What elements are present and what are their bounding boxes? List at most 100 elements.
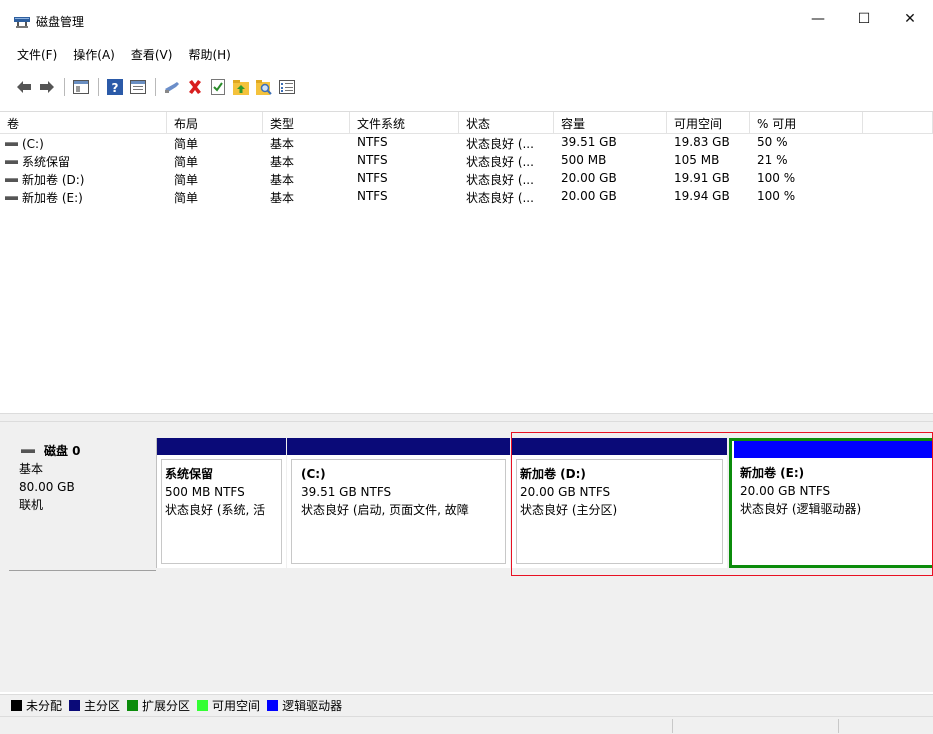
column-header-filler bbox=[863, 112, 933, 133]
check-icon[interactable] bbox=[207, 76, 229, 98]
disk-0-partitions: 系统保留 500 MB NTFS 状态良好 (系统, 活 (C:) 39.51 … bbox=[156, 438, 933, 568]
legend-label: 逻辑驱动器 bbox=[282, 699, 343, 713]
column-header-type[interactable]: 类型 bbox=[263, 112, 350, 133]
partition-d[interactable]: 新加卷 (D:) 20.00 GB NTFS 状态良好 (主分区) bbox=[512, 438, 727, 568]
partition-e[interactable]: 新加卷 (E:) 20.00 GB NTFS 状态良好 (逻辑驱动器) bbox=[729, 438, 933, 568]
column-header-free-space[interactable]: 可用空间 bbox=[667, 112, 750, 133]
legend-item: 扩展分区 bbox=[127, 697, 190, 714]
legend-item: 逻辑驱动器 bbox=[267, 697, 342, 714]
column-header-percent-free[interactable]: % 可用 bbox=[750, 112, 863, 133]
column-header-status[interactable]: 状态 bbox=[459, 112, 554, 133]
pane-splitter[interactable] bbox=[0, 413, 933, 422]
volume-capacity: 500 MB bbox=[561, 153, 607, 167]
menu-help[interactable]: 帮助(H) bbox=[180, 44, 238, 66]
folder-up-icon[interactable] bbox=[230, 76, 252, 98]
partition-status: 状态良好 (主分区) bbox=[520, 503, 618, 517]
delete-icon[interactable] bbox=[184, 76, 206, 98]
volume-layout: 简单 bbox=[174, 173, 199, 187]
legend-label: 未分配 bbox=[26, 699, 63, 713]
menu-view[interactable]: 查看(V) bbox=[123, 44, 181, 66]
disk-type: 基本 bbox=[19, 462, 44, 476]
legend-label: 可用空间 bbox=[212, 699, 261, 713]
list-icon[interactable] bbox=[276, 76, 298, 98]
disk-name: 磁盘 0 bbox=[44, 444, 81, 458]
volume-name: (C:) bbox=[22, 136, 44, 151]
status-bar-divider bbox=[672, 719, 673, 733]
column-header-filesystem[interactable]: 文件系统 bbox=[350, 112, 459, 133]
partition-name: 新加卷 (E:) bbox=[740, 466, 805, 480]
search-folder-icon[interactable] bbox=[253, 76, 275, 98]
toolbar: ? bbox=[0, 75, 933, 99]
partition-name: 新加卷 (D:) bbox=[520, 467, 586, 481]
legend-item: 主分区 bbox=[69, 697, 120, 714]
volume-list[interactable]: 卷 布局 类型 文件系统 状态 容量 可用空间 % 可用 (C:) 简单 基本 … bbox=[0, 111, 933, 413]
disk-0-label[interactable]: 磁盘 0 基本 80.00 GB 联机 bbox=[9, 434, 156, 571]
volume-type: 基本 bbox=[270, 173, 295, 187]
column-header-volume[interactable]: 卷 bbox=[0, 112, 167, 133]
window-title: 磁盘管理 bbox=[36, 15, 85, 29]
menu-bar: 文件(F) 操作(A) 查看(V) 帮助(H) bbox=[0, 44, 239, 66]
volume-status: 状态良好 (... bbox=[466, 137, 534, 151]
partition-bar bbox=[287, 438, 510, 455]
legend-swatch bbox=[127, 700, 139, 711]
legend-item: 未分配 bbox=[11, 697, 62, 714]
volume-free-space: 19.83 GB bbox=[674, 135, 730, 149]
connect-icon[interactable] bbox=[161, 76, 183, 98]
disk-graphical-view: 磁盘 0 基本 80.00 GB 联机 系统保留 500 MB NTFS 状态良… bbox=[0, 422, 933, 692]
legend-label: 主分区 bbox=[84, 699, 121, 713]
close-button[interactable]: ✕ bbox=[887, 0, 933, 38]
status-bar-divider bbox=[838, 719, 839, 733]
volume-type: 基本 bbox=[270, 155, 295, 169]
menu-action[interactable]: 操作(A) bbox=[65, 44, 123, 66]
volume-status: 状态良好 (... bbox=[466, 155, 534, 169]
minimize-button[interactable]: — bbox=[795, 0, 841, 38]
partition-name: 系统保留 bbox=[165, 467, 214, 481]
legend-label: 扩展分区 bbox=[142, 699, 191, 713]
volume-free-space: 19.91 GB bbox=[674, 171, 730, 185]
maximize-button[interactable]: ☐ bbox=[841, 0, 887, 38]
volume-icon bbox=[5, 141, 18, 146]
volume-type: 基本 bbox=[270, 191, 295, 205]
volume-free-space: 105 MB bbox=[674, 153, 720, 167]
partition-size: 500 MB NTFS bbox=[165, 485, 245, 499]
status-bar bbox=[0, 716, 933, 734]
volume-name: 新加卷 (E:) bbox=[22, 191, 83, 205]
disk-management-app-icon bbox=[14, 14, 30, 28]
legend-item: 可用空间 bbox=[197, 697, 260, 714]
volume-list-header: 卷 布局 类型 文件系统 状态 容量 可用空间 % 可用 bbox=[0, 112, 933, 134]
partition-status: 状态良好 (启动, 页面文件, 故障 bbox=[301, 503, 469, 517]
toolbar-separator bbox=[155, 78, 156, 96]
volume-icon bbox=[5, 177, 18, 182]
menu-file[interactable]: 文件(F) bbox=[0, 44, 65, 66]
volume-layout: 简单 bbox=[174, 137, 199, 151]
column-header-capacity[interactable]: 容量 bbox=[554, 112, 667, 133]
svg-text:?: ? bbox=[112, 81, 119, 95]
volume-percent-free: 50 % bbox=[757, 135, 788, 149]
legend-swatch bbox=[69, 700, 81, 711]
legend-swatch bbox=[11, 700, 22, 711]
partition-status: 状态良好 (系统, 活 bbox=[165, 503, 266, 517]
partition-c[interactable]: (C:) 39.51 GB NTFS 状态良好 (启动, 页面文件, 故障 bbox=[287, 438, 510, 568]
volume-capacity: 39.51 GB bbox=[561, 135, 617, 149]
partition-status: 状态良好 (逻辑驱动器) bbox=[740, 502, 862, 516]
back-icon[interactable] bbox=[13, 76, 35, 98]
forward-icon[interactable] bbox=[36, 76, 58, 98]
volume-percent-free: 21 % bbox=[757, 153, 788, 167]
volume-filesystem: NTFS bbox=[357, 153, 388, 167]
help-icon[interactable]: ? bbox=[104, 76, 126, 98]
table-row[interactable]: (C:) 简单 基本 NTFS 状态良好 (... 39.51 GB 19.83… bbox=[0, 134, 933, 152]
partition-system-reserved[interactable]: 系统保留 500 MB NTFS 状态良好 (系统, 活 bbox=[156, 438, 286, 568]
table-row[interactable]: 新加卷 (E:) 简单 基本 NTFS 状态良好 (... 20.00 GB 1… bbox=[0, 188, 933, 206]
table-row[interactable]: 系统保留 简单 基本 NTFS 状态良好 (... 500 MB 105 MB … bbox=[0, 152, 933, 170]
console-tree-icon[interactable] bbox=[70, 76, 92, 98]
table-row[interactable]: 新加卷 (D:) 简单 基本 NTFS 状态良好 (... 20.00 GB 1… bbox=[0, 170, 933, 188]
legend: 未分配 主分区 扩展分区 可用空间 逻辑驱动器 bbox=[0, 694, 933, 716]
legend-swatch bbox=[197, 700, 209, 711]
disk-icon bbox=[21, 449, 35, 453]
volume-type: 基本 bbox=[270, 137, 295, 151]
partition-size: 20.00 GB NTFS bbox=[740, 484, 831, 498]
volume-layout: 简单 bbox=[174, 191, 199, 205]
column-header-layout[interactable]: 布局 bbox=[167, 112, 263, 133]
properties-icon[interactable] bbox=[127, 76, 149, 98]
volume-status: 状态良好 (... bbox=[466, 173, 534, 187]
